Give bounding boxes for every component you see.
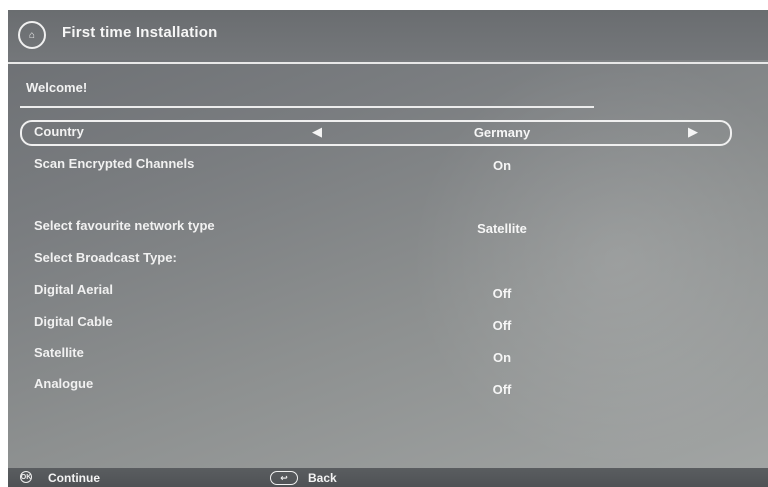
back-button[interactable]: Back	[308, 471, 337, 485]
network-type-label[interactable]: Select favourite network type	[34, 218, 215, 233]
page-title: First time Installation	[62, 24, 218, 41]
install-icon: ⌂	[18, 21, 46, 49]
welcome-divider	[20, 106, 594, 108]
footer-bar: OK Continue ↩ Back	[8, 468, 768, 487]
satellite-value[interactable]: On	[442, 350, 562, 365]
network-type-value[interactable]: Satellite	[442, 221, 562, 236]
arrow-left-icon[interactable]: ◀	[312, 124, 322, 140]
header-divider	[8, 62, 768, 64]
country-value: Germany	[473, 125, 531, 140]
digital-cable-label[interactable]: Digital Cable	[34, 314, 113, 329]
arrow-right-icon[interactable]: ▶	[688, 124, 698, 140]
scan-encrypted-value[interactable]: On	[442, 158, 562, 173]
screen-glare	[408, 50, 768, 470]
analogue-value[interactable]: Off	[442, 382, 562, 397]
digital-aerial-label[interactable]: Digital Aerial	[34, 282, 113, 297]
continue-button[interactable]: Continue	[48, 471, 100, 485]
back-icon: ↩	[270, 471, 298, 485]
digital-cable-value[interactable]: Off	[442, 318, 562, 333]
header-bar: ⌂ First time Installation	[8, 10, 768, 60]
satellite-label[interactable]: Satellite	[34, 345, 84, 360]
country-label: Country	[34, 124, 84, 139]
ok-icon: OK	[20, 471, 32, 483]
welcome-heading: Welcome!	[26, 80, 88, 95]
analogue-label[interactable]: Analogue	[34, 376, 93, 391]
tv-screen: ⌂ First time Installation Welcome! Count…	[8, 10, 768, 487]
country-selector[interactable]	[20, 120, 732, 146]
digital-aerial-value[interactable]: Off	[442, 286, 562, 301]
broadcast-type-heading: Select Broadcast Type:	[34, 250, 177, 265]
scan-encrypted-label[interactable]: Scan Encrypted Channels	[34, 156, 194, 171]
